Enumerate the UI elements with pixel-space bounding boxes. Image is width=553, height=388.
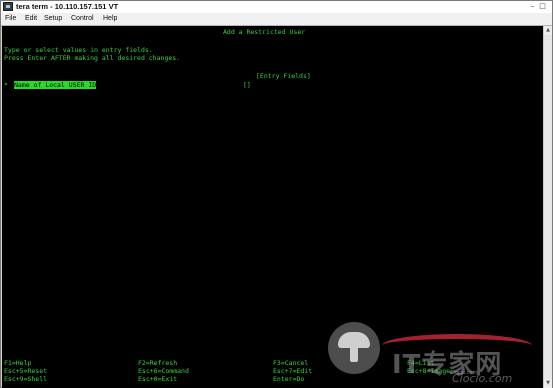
fkey-esc9-shell[interactable]: Esc+9=Shell bbox=[4, 375, 47, 383]
fkey-f1-help[interactable]: F1=Help bbox=[4, 359, 31, 367]
instruction-line-2: Press Enter AFTER making all desired cha… bbox=[4, 54, 181, 62]
menu-edit[interactable]: Edit bbox=[25, 13, 37, 25]
terminal-window: tera term - 10.110.157.151 VT – □ File E… bbox=[0, 0, 553, 388]
menu-control[interactable]: Control bbox=[71, 13, 94, 25]
fkey-enter-do[interactable]: Enter=Do bbox=[273, 375, 304, 383]
scroll-down-icon[interactable]: ▼ bbox=[544, 379, 552, 388]
mushroom-stem-icon bbox=[350, 346, 358, 362]
entry-fields-header: [Entry Fields] bbox=[256, 72, 311, 80]
instruction-line-1: Type or select values in entry fields. bbox=[4, 46, 153, 54]
fkey-esc5-reset[interactable]: Esc+5=Reset bbox=[4, 367, 47, 375]
fkey-esc7-edit[interactable]: Esc+7=Edit bbox=[273, 367, 312, 375]
fkey-f3-cancel[interactable]: F3=Cancel bbox=[273, 359, 308, 367]
fkey-esc0-exit[interactable]: Esc+0=Exit bbox=[138, 375, 177, 383]
menu-bar: File Edit Setup Control Help bbox=[1, 13, 552, 26]
field-label-local-user-id[interactable]: Name of Local USER ID bbox=[14, 81, 97, 89]
maximize-icon[interactable]: □ bbox=[538, 2, 547, 10]
fkey-f2-refresh[interactable]: F2=Refresh bbox=[138, 359, 177, 367]
minimize-icon[interactable]: – bbox=[528, 2, 537, 10]
field-input-local-user-id[interactable]: [] bbox=[243, 81, 251, 89]
screen-title: Add a Restricted User bbox=[223, 28, 306, 36]
menu-setup[interactable]: Setup bbox=[44, 13, 62, 25]
terminal-screen[interactable]: Add a Restricted User Type or select val… bbox=[2, 26, 543, 388]
menu-file[interactable]: File bbox=[5, 13, 16, 25]
vertical-scrollbar[interactable]: ▲ ▼ bbox=[543, 26, 552, 388]
watermark-domain: Ciocio.com bbox=[452, 372, 513, 385]
site-watermark: IT专家网 Ciocio.com Ciocio.com bbox=[324, 320, 543, 386]
terminal-app-icon bbox=[3, 2, 13, 11]
menu-help[interactable]: Help bbox=[103, 13, 117, 25]
required-marker: * bbox=[4, 81, 8, 89]
window-title: tera term - 10.110.157.151 VT bbox=[16, 2, 119, 11]
fkey-esc6-command[interactable]: Esc+6=Command bbox=[138, 367, 189, 375]
scroll-up-icon[interactable]: ▲ bbox=[544, 26, 552, 35]
